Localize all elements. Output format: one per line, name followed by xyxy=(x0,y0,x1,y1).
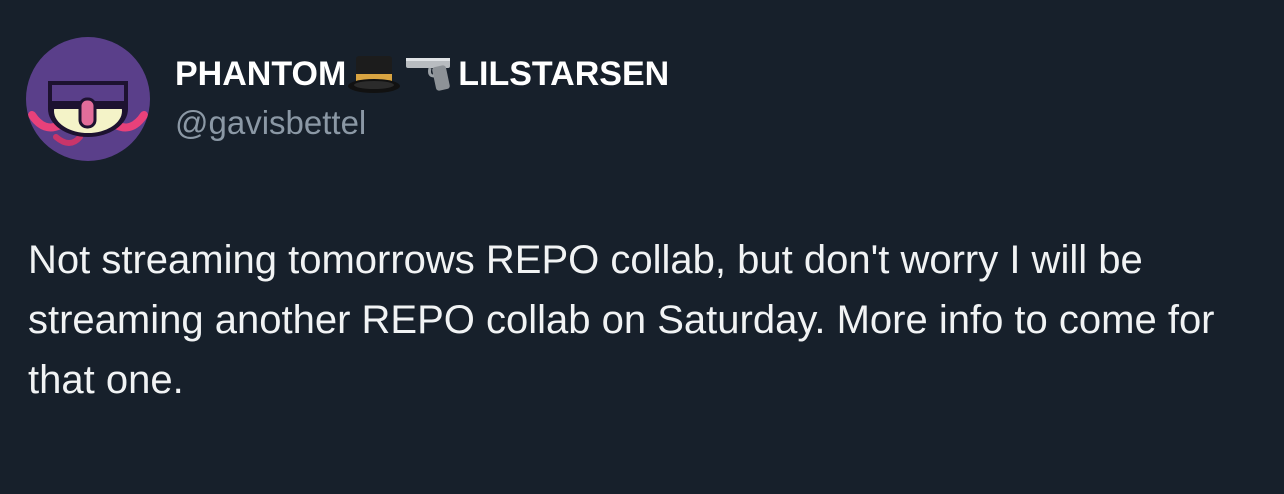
tweet-card: PHANTOM LILSTARSEN @gavisbettel Not stre… xyxy=(0,0,1284,494)
display-name-part-1: PHANTOM xyxy=(175,54,347,93)
display-name-part-2: LILSTARSEN xyxy=(458,54,670,93)
top-hat-icon xyxy=(346,52,402,96)
avatar[interactable] xyxy=(26,37,150,161)
tweet-text: Not streaming tomorrows REPO collab, but… xyxy=(28,238,1215,402)
pistol-icon xyxy=(402,52,458,96)
avatar-eye-icon xyxy=(26,37,150,161)
user-handle[interactable]: @gavisbettel xyxy=(175,104,366,142)
display-name[interactable]: PHANTOM LILSTARSEN xyxy=(175,52,669,96)
